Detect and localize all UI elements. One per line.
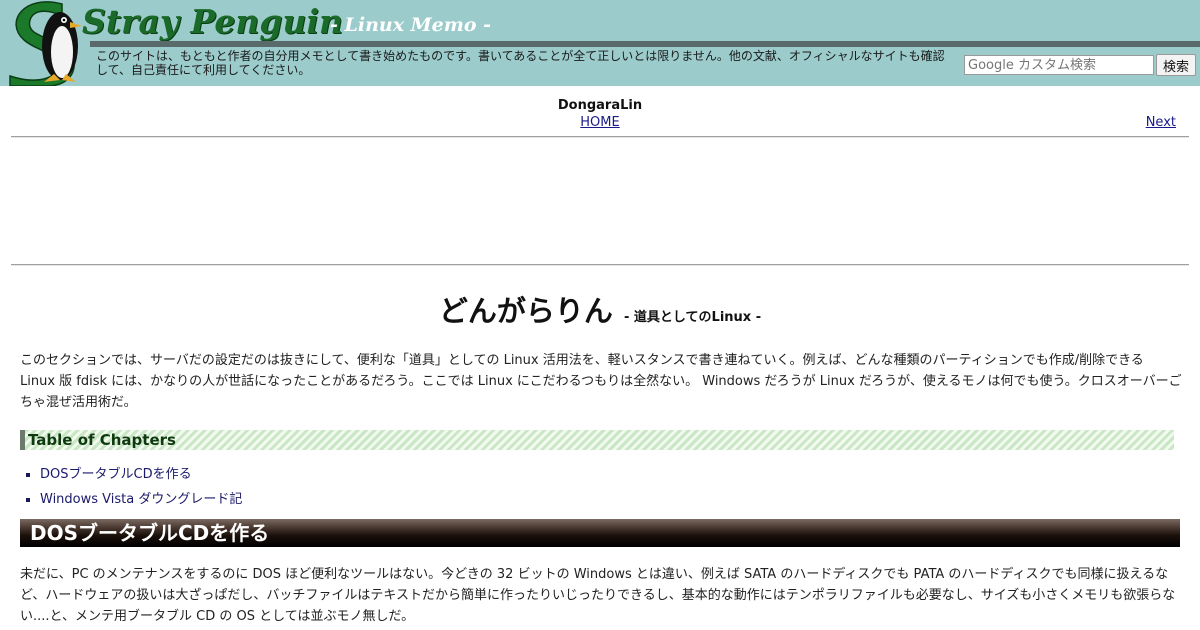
- nav-home: HOME: [0, 115, 1200, 130]
- toc-heading-text: Table of Chapters: [28, 431, 176, 449]
- toc-item: DOSブータブルCDを作る: [40, 462, 242, 487]
- bottom-divider: [11, 264, 1189, 266]
- top-divider: [11, 136, 1189, 138]
- home-link[interactable]: HOME: [580, 115, 619, 130]
- intro-paragraph: このセクションでは、サーバだの設定だのは抜きにして、便利な「道具」としての Li…: [20, 353, 1182, 410]
- toc-link-vista-downgrade[interactable]: Windows Vista ダウングレード記: [40, 492, 242, 507]
- toc-list: DOSブータブルCDを作る Windows Vista ダウングレード記: [20, 462, 242, 512]
- nav-next: Next: [1146, 115, 1176, 130]
- page-id: DongaraLin: [557, 98, 643, 113]
- toc-heading: Table of Chapters: [20, 430, 1174, 450]
- page-title-main: どんがらりん: [438, 294, 613, 328]
- section-paragraph: 未だに、PC のメンテナンスをするのに DOS ほど便利なツールはない。今どきの…: [20, 567, 1176, 624]
- site-subtitle: - Linux Memo -: [330, 14, 492, 36]
- site-disclaimer: このサイトは、もともと作者の自分用メモとして書き始めたものです。書いてあることが…: [96, 49, 945, 77]
- next-link[interactable]: Next: [1146, 115, 1176, 130]
- penguin-logo-icon[interactable]: [4, 0, 94, 86]
- page-title-sub: - 道具としてのLinux -: [624, 310, 762, 325]
- search-button[interactable]: 検索: [1156, 54, 1196, 76]
- toc-link-dos-bootable-cd[interactable]: DOSブータブルCDを作る: [40, 467, 192, 482]
- page-title: どんがらりん - 道具としてのLinux -: [0, 288, 1200, 330]
- section-heading-text: DOSブータブルCDを作る: [30, 521, 270, 545]
- logo-text[interactable]: Stray Penguin: [82, 2, 343, 41]
- header-divider: [90, 41, 1200, 47]
- site-header: Stray Penguin - Linux Memo - このサイトは、もともと…: [0, 0, 1200, 86]
- search-input[interactable]: [964, 55, 1154, 75]
- section-heading: DOSブータブルCDを作る: [20, 519, 1180, 547]
- toc-item: Windows Vista ダウングレード記: [40, 487, 242, 512]
